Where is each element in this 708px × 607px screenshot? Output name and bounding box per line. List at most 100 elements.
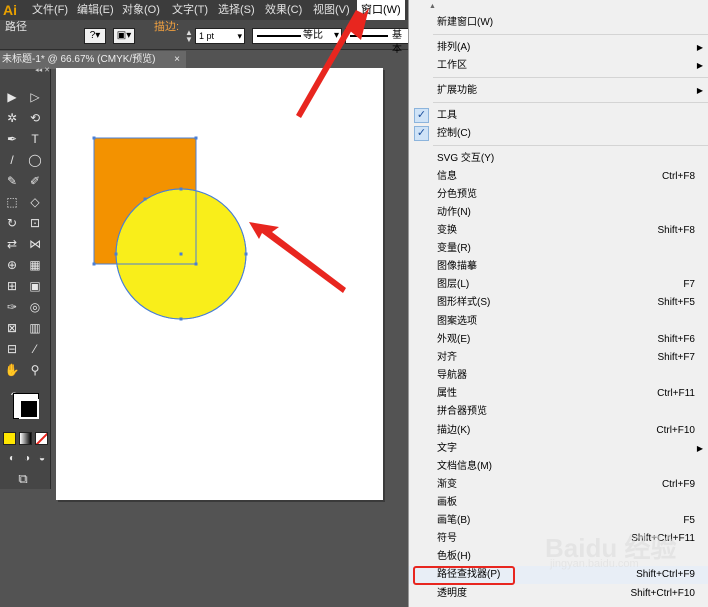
anchor-point-8[interactable] [179,187,183,191]
menu-item-label: 画笔(B) [437,515,471,526]
anchor-point-2[interactable] [92,262,96,266]
tool-button-16[interactable]: ⊕ [1,255,23,275]
window-menu-item[interactable]: 图像描摹 [409,258,708,276]
menu-item-label: 信息 [437,171,457,182]
tool-button-14[interactable]: ⇄ [1,234,23,254]
red-arrow-to-window-menu [296,8,369,118]
checkmark-icon: ✓ [414,108,429,123]
anchor-point-1[interactable] [194,136,198,140]
tool-button-3[interactable]: ⟲ [24,108,46,128]
window-menu-item[interactable]: 工作区 ▶ [409,57,708,75]
menu-item-label: 导航器 [437,370,467,381]
menu-item-label: 工具 [437,110,457,121]
window-menu-dropdown: ▲ 新建窗口(W) 排列(A) ▶ 工作区 ▶ 扩展功能 ▶ ✓ 工具 ✓ 控制(C) SVG 交互(… [408,0,708,607]
window-menu-item[interactable]: 排列(A) ▶ [409,39,708,57]
window-menu-item[interactable]: 扩展功能 ▶ [409,82,708,100]
anchor-point-7[interactable] [244,252,248,256]
window-menu-item[interactable]: SVG 交互(Y) [409,150,708,168]
window-menu-item[interactable]: 透明度 Shift+Ctrl+F10 [409,585,708,603]
window-menu-item[interactable]: ✓ 控制(C) [409,125,708,143]
window-menu-item[interactable]: 文字 ▶ [409,440,708,458]
artwork-layer [92,8,369,321]
tool-button-8[interactable]: ✎ [1,171,23,191]
menu-item-label: 图层(L) [437,279,470,290]
stroke-swatch[interactable] [19,399,39,419]
window-menu-item[interactable]: 导航器 [409,367,708,385]
window-menu-item[interactable]: 画板 [409,494,708,512]
window-menu-item[interactable]: 变量(R) [409,240,708,258]
anchor-point-9[interactable] [179,317,183,321]
tool-button-20[interactable]: ✑ [1,297,23,317]
tool-button-24[interactable]: ⊟ [1,339,23,359]
window-menu-item[interactable]: 属性 Ctrl+F11 [409,385,708,403]
menu-item-label: 对齐 [437,352,457,363]
tool-button-22[interactable]: ⊠ [1,318,23,338]
menu-item-label: 外观(E) [437,334,471,345]
tool-button-21[interactable]: ◎ [24,297,46,317]
window-menu-item[interactable]: 变换 Shift+F8 [409,222,708,240]
window-menu-item[interactable]: 对齐 Shift+F7 [409,349,708,367]
tool-button-17[interactable]: ▦ [24,255,46,275]
window-menu-item[interactable]: ✓ 工具 [409,107,708,125]
anchor-point-4[interactable] [143,197,147,201]
window-menu-item[interactable]: 图案选项 [409,313,708,331]
tool-button-26[interactable]: ✋ [1,360,23,380]
tool-button-7[interactable]: ◯ [24,150,46,170]
window-menu-item[interactable]: 图层(L) F7 [409,276,708,294]
tool-button-25[interactable]: ⁄ [24,339,46,359]
menu-item-label: 变量(R) [437,243,471,254]
none-mode-button[interactable] [35,432,48,445]
highlight-box-pathfinder [413,566,515,585]
menu-item-label: 排列(A) [437,42,471,53]
menu-item-label: 文字 [437,443,457,454]
window-menu-item[interactable]: 拼合器预览 [409,403,708,421]
menu-separator [433,102,708,103]
window-menu-item[interactable]: 外观(E) Shift+F6 [409,331,708,349]
scroll-up-icon[interactable]: ▲ [429,3,436,10]
window-menu-item[interactable]: 新建窗口(W) [409,14,708,32]
color-mode-button[interactable] [3,432,16,445]
window-menu-item[interactable]: 文档信息(M) [409,458,708,476]
tool-button-4[interactable]: ✒ [1,129,23,149]
menu-item-shortcut: Shift+F5 [657,297,695,308]
menu-separator [433,145,708,146]
tool-button-11[interactable]: ◇ [24,192,46,212]
window-menu-item[interactable]: 图形样式(S) Shift+F5 [409,294,708,312]
menu-item-shortcut: Ctrl+F11 [657,388,695,399]
tool-button-6[interactable]: / [1,150,23,170]
tool-button-12[interactable]: ↻ [1,213,23,233]
anchor-point-5[interactable] [179,252,183,256]
menu-item-label: 属性 [437,388,457,399]
tools-panel: ◂◂ ✕ ▶▷✲⟲✒T/◯✎✐⬚◇↻⊡⇄⋈⊕▦⊞▣✑◎⊠▥⊟⁄✋⚲ ? ◐ ◑ … [0,66,53,489]
tool-button-9[interactable]: ✐ [24,171,46,191]
tool-button-27[interactable]: ⚲ [24,360,46,380]
tool-button-2[interactable]: ✲ [1,108,23,128]
draw-inside-icon[interactable]: ◒ [31,449,53,469]
tool-button-15[interactable]: ⋈ [24,234,46,254]
menu-item-shortcut: Shift+F6 [657,334,695,345]
menu-item-shortcut: F5 [683,515,695,526]
window-menu-item[interactable]: 渐变 Ctrl+F9 [409,476,708,494]
tool-button-0[interactable]: ▶ [1,87,23,107]
tool-button-1[interactable]: ▷ [24,87,46,107]
panel-controls[interactable]: ◂◂ ✕ [0,66,50,76]
menu-item-label: 工作区 [437,60,467,71]
anchor-point-6[interactable] [114,252,118,256]
window-menu-item[interactable]: 描边(K) Ctrl+F10 [409,422,708,440]
menu-item-label: 控制(C) [437,128,471,139]
screen-mode-icon[interactable]: ⧉ [12,469,34,489]
tool-button-19[interactable]: ▣ [24,276,46,296]
tool-button-23[interactable]: ▥ [24,318,46,338]
tool-button-18[interactable]: ⊞ [1,276,23,296]
tool-button-5[interactable]: T [24,129,46,149]
window-menu-item[interactable]: 动作(N) [409,204,708,222]
tool-button-10[interactable]: ⬚ [1,192,23,212]
menu-item-shortcut: Ctrl+F9 [661,479,695,490]
tool-button-13[interactable]: ⊡ [24,213,46,233]
menu-item-label: 图案选项 [437,316,477,327]
anchor-point-3[interactable] [194,262,198,266]
window-menu-item[interactable]: 分色预览 [409,186,708,204]
window-menu-item[interactable]: 信息 Ctrl+F8 [409,168,708,186]
gradient-mode-button[interactable] [19,432,32,445]
anchor-point-0[interactable] [92,136,96,140]
